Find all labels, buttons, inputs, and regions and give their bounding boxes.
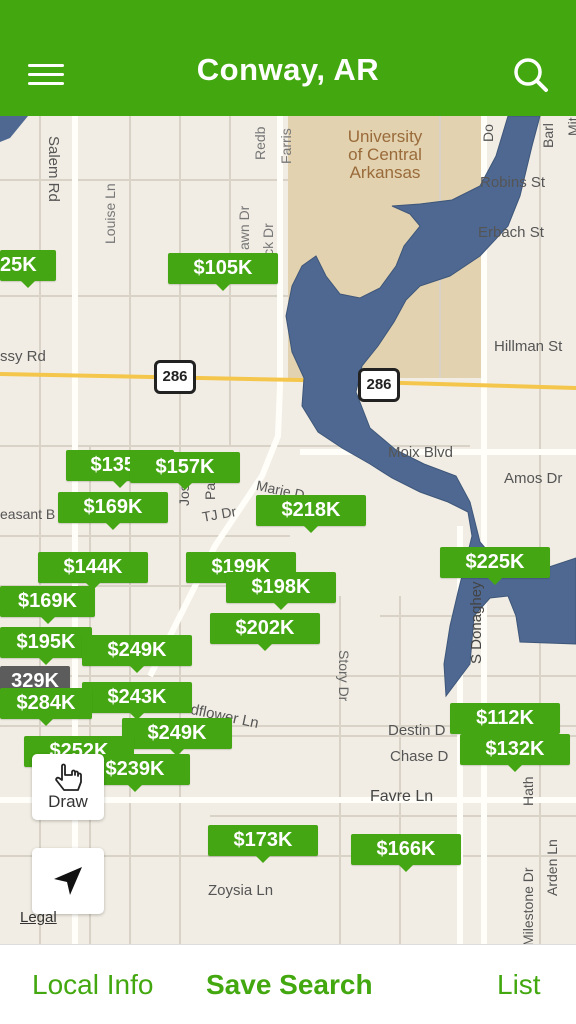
- draw-button[interactable]: Draw: [32, 754, 104, 820]
- route-shield: 286: [358, 368, 400, 402]
- price-pin[interactable]: $249K: [82, 635, 192, 673]
- search-icon[interactable]: [508, 52, 554, 98]
- street-label: Barl: [540, 123, 556, 148]
- price-pin[interactable]: 25K: [0, 250, 56, 288]
- street-label: Chase D: [390, 748, 449, 765]
- street-label: Do: [480, 124, 496, 142]
- street-label: Zoysia Ln: [208, 882, 274, 899]
- street-label: Destin D: [388, 722, 446, 739]
- street-label: Hath: [520, 776, 536, 806]
- price-pin[interactable]: $132K: [460, 734, 570, 772]
- street-label: easant B: [0, 506, 56, 522]
- street-label: Mit: [565, 117, 576, 136]
- university-label: University of Central Arkansas: [347, 127, 423, 182]
- list-button[interactable]: List: [497, 969, 541, 1001]
- bottom-toolbar: Local Info Save Search List: [0, 944, 576, 1024]
- local-info-button[interactable]: Local Info: [32, 969, 153, 1001]
- street-label: Robins St: [480, 174, 546, 191]
- location-arrow-icon: [54, 867, 82, 895]
- street-label: ssy Rd: [0, 348, 46, 365]
- street-label: Salem Rd: [45, 136, 62, 202]
- legal-link[interactable]: Legal: [20, 909, 57, 926]
- street-label: Milestone Dr: [520, 867, 536, 944]
- street-label: Favre Ln: [370, 788, 434, 805]
- street-label: Farris: [278, 128, 294, 164]
- price-pin[interactable]: $166K: [351, 834, 461, 872]
- price-pin[interactable]: $173K: [208, 825, 318, 863]
- street-label: awn Dr: [236, 205, 252, 250]
- price-pin[interactable]: $144K: [38, 552, 148, 590]
- price-pin[interactable]: $243K: [82, 682, 192, 720]
- price-pin[interactable]: $249K: [122, 718, 232, 756]
- price-pin[interactable]: $198K: [226, 572, 336, 610]
- price-pin[interactable]: $169K: [58, 492, 168, 530]
- street-label: Amos Dr: [504, 470, 563, 487]
- price-pin[interactable]: $169K: [0, 586, 95, 624]
- street-label: Redb: [252, 126, 268, 160]
- draw-label: Draw: [48, 792, 88, 811]
- hand-pointer-icon: [55, 763, 82, 791]
- price-pin[interactable]: $157K: [130, 452, 240, 490]
- page-title: Conway, AR: [196, 52, 380, 87]
- street-label: Moix Blvd: [388, 444, 454, 461]
- price-pin[interactable]: $112K: [450, 703, 560, 741]
- price-pin[interactable]: $218K: [256, 495, 366, 533]
- street-label: Story Dr: [336, 650, 352, 702]
- current-location-button[interactable]: [32, 848, 104, 914]
- map-view[interactable]: University of Central Arkansas Salem Rd Lo…: [0, 116, 576, 944]
- hamburger-menu-icon[interactable]: [22, 54, 70, 94]
- route-shield: 286: [154, 360, 196, 394]
- price-pin[interactable]: $195K: [0, 627, 92, 665]
- price-pin[interactable]: $225K: [440, 547, 550, 585]
- save-search-button[interactable]: Save Search: [206, 969, 373, 1001]
- app-header: Conway, AR: [0, 0, 576, 116]
- street-label: Erbach St: [478, 224, 544, 241]
- price-pin[interactable]: $202K: [210, 613, 320, 651]
- street-label: Arden Ln: [544, 839, 560, 896]
- street-label: Hillman St: [494, 338, 563, 355]
- price-pin[interactable]: $105K: [168, 253, 278, 291]
- street-label: Louise Ln: [102, 183, 118, 244]
- price-pin[interactable]: $284K: [0, 688, 92, 726]
